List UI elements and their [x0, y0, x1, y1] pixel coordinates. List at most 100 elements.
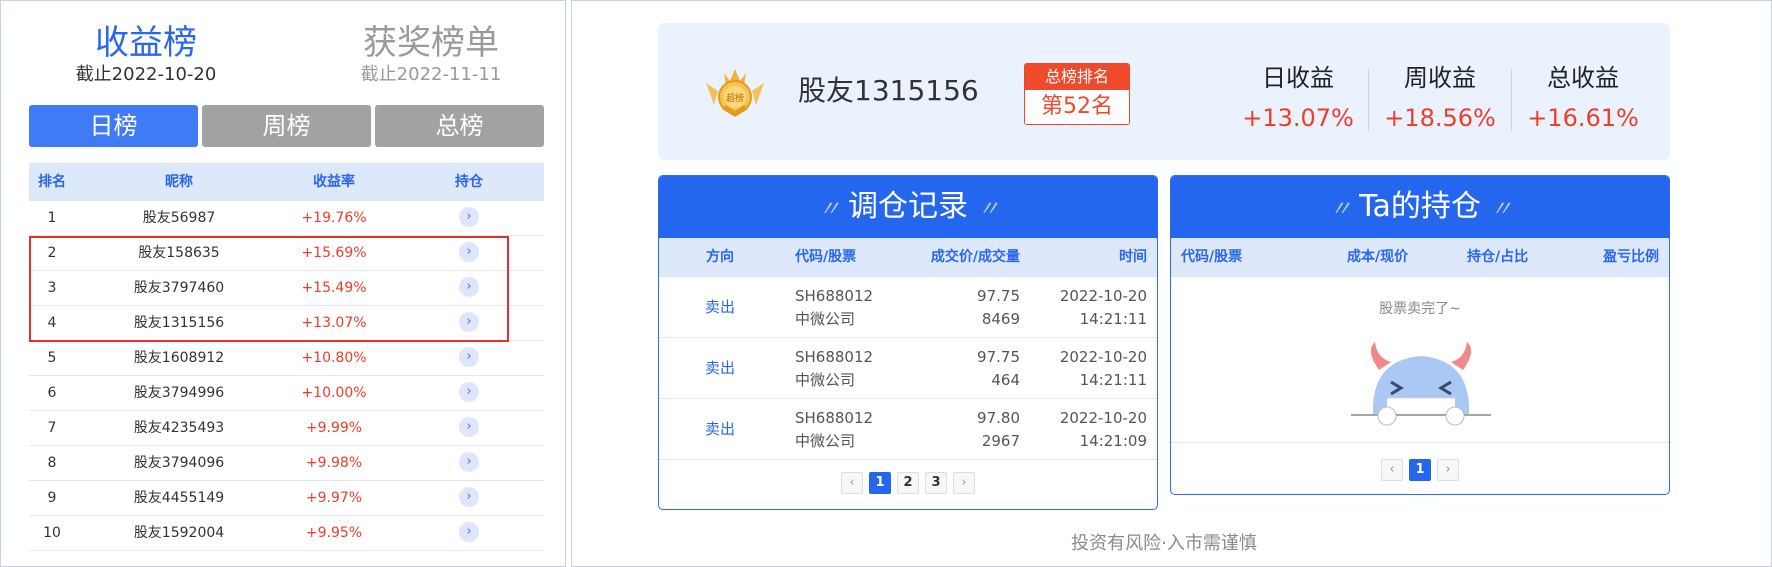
page-button[interactable]: 1: [869, 472, 891, 494]
view-holdings-chevron-icon[interactable]: ›: [459, 487, 479, 507]
ranking-row[interactable]: 3 股友3797460 +15.49% ›: [29, 271, 544, 306]
trade-stock-name[interactable]: 中微公司: [795, 369, 855, 391]
stat-divider: [1511, 69, 1512, 131]
next-page-button[interactable]: ›: [953, 472, 975, 494]
trade-date: 2022-10-20: [1059, 348, 1147, 366]
col-position-ratio: 持仓/占比: [1467, 249, 1529, 265]
prev-page-button[interactable]: ‹: [841, 472, 863, 494]
trade-direction: 卖出: [704, 420, 735, 438]
rank-nickname[interactable]: 股友3794996: [114, 376, 244, 410]
holdings-panel: 〃 Ta的持仓 〃 代码/股票 成本/现价 持仓/占比 盈亏比例 股票卖完了~ …: [1170, 175, 1670, 495]
tab-daily[interactable]: 日榜: [29, 105, 198, 147]
trade-table-body: 卖出 SH688012 中微公司 97.75 8469 2022-10-20 14:21:1…: [659, 277, 1157, 460]
rank-number: 6: [47, 385, 57, 401]
rank-return: +9.95%: [305, 525, 363, 541]
col-direction: 方向: [706, 249, 734, 265]
holdings-table-header: 代码/股票 成本/现价 持仓/占比 盈亏比例: [1171, 238, 1669, 277]
stat-weekly-value: +18.56%: [1384, 104, 1496, 132]
view-holdings-chevron-icon[interactable]: ›: [459, 452, 479, 472]
next-page-button[interactable]: ›: [1437, 459, 1459, 481]
rank-nickname[interactable]: 股友56987: [114, 201, 244, 235]
trade-stock-name[interactable]: 中微公司: [795, 308, 855, 330]
trade-table-header: 方向 代码/股票 成交价/成交量 时间: [659, 238, 1157, 277]
trade-records-title-bar: 〃 调仓记录 〃: [659, 176, 1157, 238]
rank-return: +10.80%: [301, 350, 367, 366]
trade-price: 97.80: [977, 409, 1020, 427]
stat-weekly-label: 周收益: [1404, 64, 1476, 92]
rank-return: +15.49%: [301, 280, 367, 296]
rank-number: 10: [43, 525, 61, 541]
view-holdings-chevron-icon[interactable]: ›: [459, 312, 479, 332]
prev-page-button[interactable]: ‹: [1381, 459, 1403, 481]
stat-total-label: 总收益: [1547, 64, 1619, 92]
col-cost-price: 成本/现价: [1347, 249, 1409, 265]
tab-weekly[interactable]: 周榜: [202, 105, 371, 147]
ranking-row[interactable]: 2 股友158635 +15.69% ›: [29, 236, 544, 271]
trade-direction: 卖出: [704, 298, 735, 316]
trade-row: 卖出 SH688012 中微公司 97.75 464 2022-10-20 14:21:11: [659, 338, 1157, 399]
title-deco-left: 〃: [818, 197, 840, 222]
trade-code[interactable]: SH688012: [795, 407, 873, 429]
trade-time: 14:21:11: [1079, 310, 1147, 328]
earnings-board-header[interactable]: 收益榜 截止2022-10-20: [41, 23, 251, 87]
trade-records-title: 调仓记录: [848, 189, 968, 224]
leaderboard-panel: 收益榜 截止2022-10-20 获奖榜单 截止2022-11-11 日榜 周榜…: [0, 0, 566, 567]
col-pnl-ratio: 盈亏比例: [1603, 249, 1659, 265]
view-holdings-chevron-icon[interactable]: ›: [459, 382, 479, 402]
col-code-stock: 代码/股票: [795, 249, 857, 265]
trade-stock-name[interactable]: 中微公司: [795, 430, 855, 452]
page-button[interactable]: 3: [925, 472, 947, 494]
view-holdings-chevron-icon[interactable]: ›: [459, 277, 479, 297]
view-holdings-chevron-icon[interactable]: ›: [459, 417, 479, 437]
rank-nickname[interactable]: 股友4455149: [114, 481, 244, 515]
ranking-row[interactable]: 7 股友4235493 +9.99% ›: [29, 411, 544, 446]
trade-quantity: 2967: [981, 432, 1020, 450]
view-holdings-chevron-icon[interactable]: ›: [459, 207, 479, 227]
trade-code[interactable]: SH688012: [795, 346, 873, 368]
holdings-title-bar: 〃 Ta的持仓 〃: [1171, 176, 1669, 238]
rank-nickname[interactable]: 股友1315156: [114, 306, 244, 340]
rank-nickname[interactable]: 股友158635: [114, 236, 244, 270]
view-holdings-chevron-icon[interactable]: ›: [459, 242, 479, 262]
rank-number: 2: [47, 245, 57, 261]
col-nickname: 昵称: [165, 174, 193, 190]
holdings-pagination: ‹ 1 ›: [1171, 459, 1669, 481]
ranking-row[interactable]: 1 股友56987 +19.76% ›: [29, 201, 544, 236]
rank-nickname[interactable]: 股友3797460: [114, 271, 244, 305]
view-holdings-chevron-icon[interactable]: ›: [459, 347, 479, 367]
trade-records-panel: 〃 调仓记录 〃 方向 代码/股票 成交价/成交量 时间 卖出 SH688012 中…: [658, 175, 1158, 510]
rank-nickname[interactable]: 股友4235493: [114, 411, 244, 445]
rank-nickname[interactable]: 股友1608912: [114, 341, 244, 375]
stat-daily: 日收益 +13.07%: [1228, 61, 1368, 135]
divider: [1171, 442, 1669, 443]
award-board-header[interactable]: 获奖榜单 截止2022-11-11: [321, 23, 541, 87]
trade-date: 2022-10-20: [1059, 287, 1147, 305]
rank-nickname[interactable]: 股友3794096: [114, 446, 244, 480]
tab-total[interactable]: 总榜: [375, 105, 544, 147]
overall-rank-label: 总榜排名: [1025, 64, 1129, 90]
view-holdings-chevron-icon[interactable]: ›: [459, 522, 479, 542]
award-board-title: 获奖榜单: [363, 23, 499, 63]
rank-number: 5: [47, 350, 57, 366]
page-button[interactable]: 2: [897, 472, 919, 494]
page-button[interactable]: 1: [1409, 459, 1431, 481]
empty-holdings-text: 股票卖完了~: [1379, 301, 1461, 317]
rank-number: 8: [47, 455, 57, 471]
ranking-row[interactable]: 4 股友1315156 +13.07% ›: [29, 306, 544, 341]
rank-nickname[interactable]: 股友1592004: [114, 516, 244, 550]
ranking-row[interactable]: 8 股友3794096 +9.98% ›: [29, 446, 544, 481]
ranking-row[interactable]: 9 股友4455149 +9.97% ›: [29, 481, 544, 516]
rank-return: +10.00%: [301, 385, 367, 401]
profile-card: 超榜 股友1315156 总榜排名 第52名 日收益 +13.07% 周收益 +…: [658, 23, 1670, 160]
rank-return: +15.69%: [301, 245, 367, 261]
col-holdings: 持仓: [455, 174, 483, 190]
rank-return: +9.97%: [305, 490, 363, 506]
ranking-row[interactable]: 5 股友1608912 +10.80% ›: [29, 341, 544, 376]
trade-quantity: 8469: [981, 310, 1020, 328]
ranking-row[interactable]: 10 股友1592004 +9.95% ›: [29, 516, 544, 551]
ranking-row[interactable]: 6 股友3794996 +10.00% ›: [29, 376, 544, 411]
trade-code[interactable]: SH688012: [795, 285, 873, 307]
trade-row: 卖出 SH688012 中微公司 97.80 2967 2022-10-20 14:21:0…: [659, 399, 1157, 460]
earnings-board-title: 收益榜: [95, 23, 197, 63]
crown-badge-icon: 超榜: [706, 69, 764, 117]
